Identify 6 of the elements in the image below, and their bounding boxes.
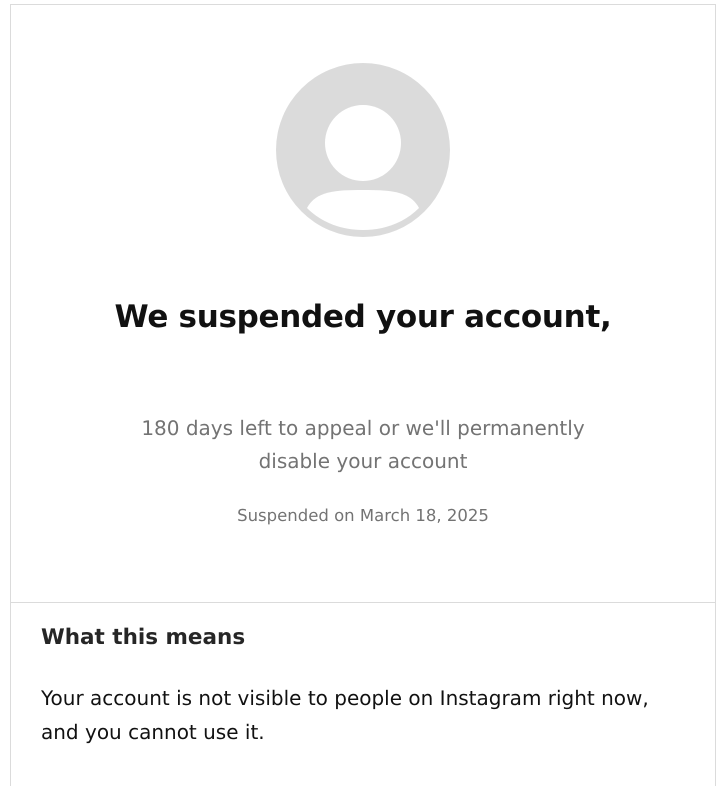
section-text: Your account is not visible to people on Instagram right now, and you cannot use it.	[41, 684, 650, 746]
page-title: We suspended your account,	[114, 299, 612, 336]
appeal-notice: 180 days left to appeal or we'll permanently disable your account	[140, 415, 586, 476]
avatar-icon	[276, 63, 450, 237]
suspension-date: Suspended on March 18, 2025	[237, 505, 489, 528]
section-heading: What this means	[41, 625, 246, 651]
